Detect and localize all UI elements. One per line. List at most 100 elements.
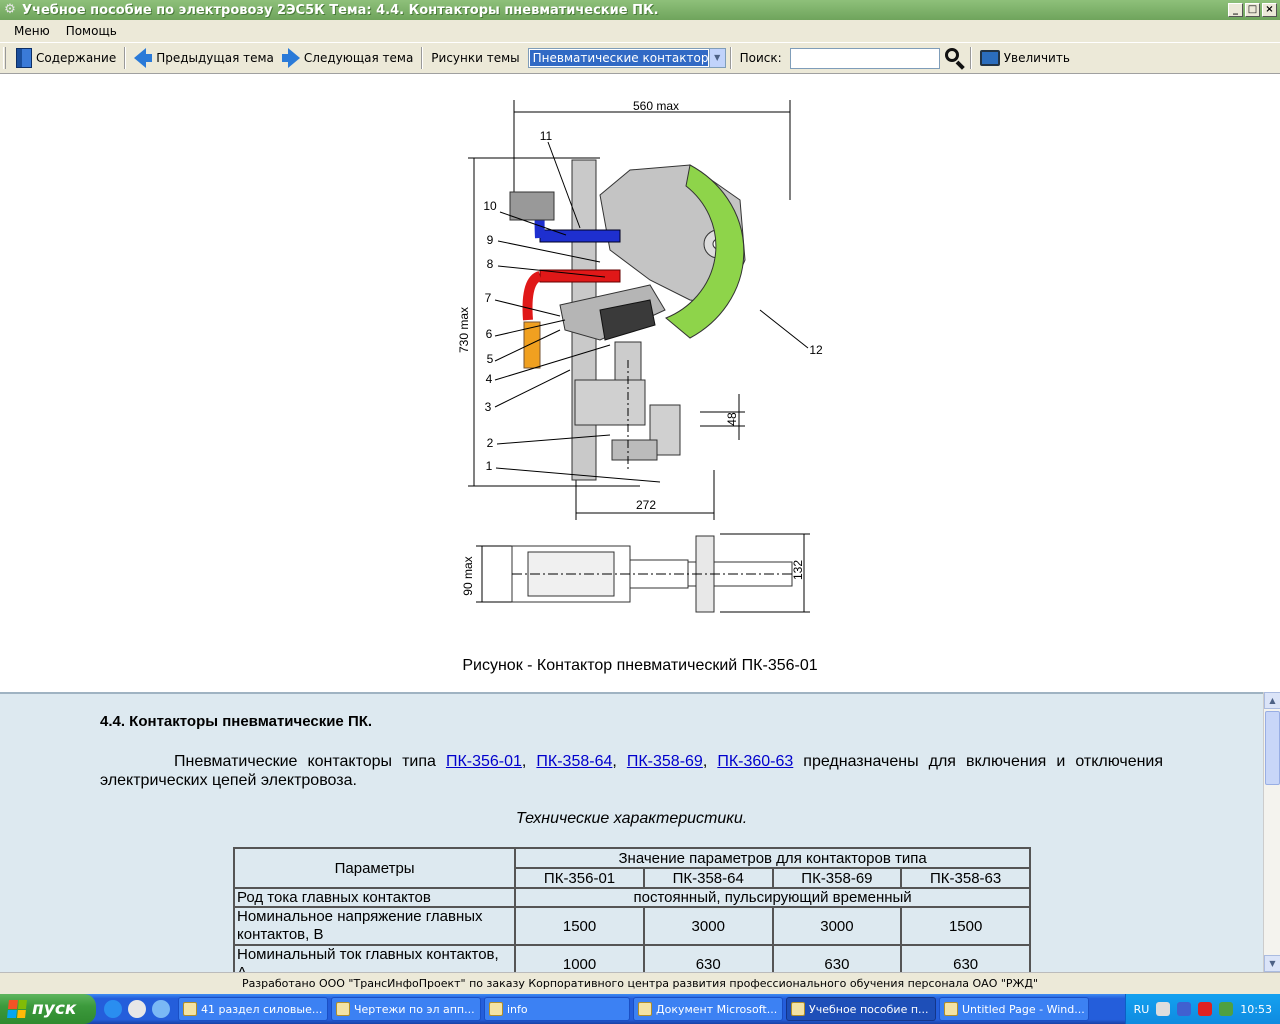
arrow-left-icon bbox=[134, 48, 153, 68]
toolbar-separator bbox=[421, 47, 424, 69]
network-icon[interactable] bbox=[1156, 1002, 1171, 1016]
row-merged-value: постоянный, пульсирующий временный bbox=[514, 887, 1031, 908]
menu-item-help[interactable]: Помощь bbox=[60, 22, 123, 40]
folder-icon bbox=[489, 1002, 503, 1016]
toolbar-grip bbox=[3, 47, 6, 69]
windows-logo-icon bbox=[7, 1000, 27, 1018]
callout-7: 7 bbox=[485, 291, 492, 305]
close-button[interactable]: × bbox=[1262, 3, 1277, 17]
messenger-icon[interactable] bbox=[152, 1000, 170, 1018]
title-bar: ⚙ Учебное пособие по электровозу 2ЭС5К Т… bbox=[0, 0, 1280, 20]
ie-icon[interactable] bbox=[104, 1000, 122, 1018]
pictures-label: Рисунки темы bbox=[431, 51, 520, 65]
toolbar-separator bbox=[124, 47, 127, 69]
row-value: 3000 bbox=[642, 906, 774, 946]
next-topic-button[interactable]: Следующая тема bbox=[278, 45, 417, 71]
callout-8: 8 bbox=[487, 257, 494, 271]
minimize-button[interactable]: _ bbox=[1228, 3, 1243, 17]
quick-launch bbox=[104, 1000, 170, 1018]
content-scrollbar[interactable]: ▲ ▼ bbox=[1263, 692, 1280, 972]
row-value: 630 bbox=[900, 944, 1031, 972]
taskbar-item[interactable]: info bbox=[484, 997, 630, 1021]
language-indicator[interactable]: RU bbox=[1134, 1003, 1150, 1016]
callout-6: 6 bbox=[486, 327, 493, 341]
word-doc-icon bbox=[638, 1002, 652, 1016]
row-value: 1500 bbox=[514, 906, 645, 946]
menu-item-menu[interactable]: Меню bbox=[8, 22, 56, 40]
pictures-select-value: Пневматические контакторы bbox=[529, 50, 708, 66]
zoom-label: Увеличить bbox=[1003, 51, 1070, 65]
intro-text-before: Пневматические контакторы типа bbox=[174, 753, 446, 770]
callout-4: 4 bbox=[486, 372, 493, 386]
type-header: ПК-358-63 bbox=[900, 867, 1031, 889]
type-header: ПК-358-64 bbox=[642, 867, 774, 889]
taskbar-item[interactable]: 41 раздел силовые... bbox=[178, 997, 328, 1021]
scroll-down-button[interactable]: ▼ bbox=[1264, 955, 1280, 972]
intro-paragraph: Пневматические контакторы типа ПК-356-01… bbox=[100, 753, 1164, 789]
safely-remove-icon[interactable] bbox=[1219, 1002, 1234, 1016]
link-pk-360-63[interactable]: ПК-360-63 bbox=[717, 753, 793, 770]
taskbar-item-active[interactable]: Учебное пособие п... bbox=[786, 997, 936, 1021]
table-row: Номинальное напряжение главных контактов… bbox=[232, 906, 1031, 946]
specs-table: Параметры Значение параметров для контак… bbox=[232, 847, 1031, 972]
contents-button[interactable]: Содержание bbox=[12, 45, 120, 71]
menu-bar: Меню Помощь bbox=[0, 20, 1280, 42]
toolbar-separator bbox=[729, 47, 732, 69]
search-label: Поиск: bbox=[739, 51, 782, 65]
callout-1: 1 bbox=[486, 459, 493, 473]
folder-icon bbox=[336, 1002, 350, 1016]
contents-label: Содержание bbox=[36, 51, 117, 65]
callout-11: 11 bbox=[540, 129, 553, 143]
maximize-button[interactable]: □ bbox=[1245, 3, 1260, 17]
group-header: Значение параметров для контакторов типа bbox=[514, 847, 1031, 869]
row-label: Номинальный ток главных контактов, А bbox=[232, 944, 517, 972]
toolbar-separator bbox=[969, 47, 972, 69]
taskbar: пуск 41 раздел силовые... Чертежи по эл … bbox=[0, 994, 1280, 1024]
row-label: Номинальное напряжение главных контактов… bbox=[232, 906, 517, 946]
callout-3: 3 bbox=[485, 400, 492, 414]
zoom-button[interactable]: Увеличить bbox=[976, 45, 1074, 71]
dim-height-label: 730 max bbox=[457, 307, 471, 353]
pictures-select[interactable]: Пневматические контакторы ▼ bbox=[527, 48, 726, 68]
start-button[interactable]: пуск bbox=[0, 994, 96, 1024]
ie-icon bbox=[944, 1002, 958, 1016]
taskbar-item[interactable]: Документ Microsoft... bbox=[633, 997, 783, 1021]
scroll-thumb[interactable] bbox=[1265, 711, 1280, 785]
specs-title: Технические характеристики. bbox=[515, 810, 748, 827]
row-value: 1000 bbox=[514, 944, 645, 972]
app-gear-icon bbox=[791, 1002, 805, 1016]
row-label: Род тока главных контактов bbox=[232, 887, 517, 908]
prev-topic-button[interactable]: Предыдущая тема bbox=[130, 45, 278, 71]
taskbar-item[interactable]: Чертежи по эл апп... bbox=[331, 997, 481, 1021]
link-pk-356-01[interactable]: ПК-356-01 bbox=[446, 753, 522, 770]
callout-9: 9 bbox=[487, 233, 494, 247]
row-value: 1500 bbox=[900, 906, 1031, 946]
section-heading: 4.4. Контакторы пневматические ПК. bbox=[100, 713, 373, 730]
param-header: Параметры bbox=[232, 847, 517, 889]
window-title: Учебное пособие по электровозу 2ЭС5К Тем… bbox=[22, 2, 659, 18]
scroll-up-button[interactable]: ▲ bbox=[1264, 692, 1280, 709]
callout-2: 2 bbox=[487, 436, 494, 450]
dim-width-label: 560 max bbox=[633, 99, 679, 113]
media-icon[interactable] bbox=[128, 1000, 146, 1018]
start-label: пуск bbox=[32, 999, 77, 1019]
contactor-drawing: 560 max 730 max 272 48 11 10 9 8 7 6 5 4… bbox=[457, 99, 823, 613]
search-input[interactable] bbox=[789, 47, 940, 69]
row-value: 630 bbox=[771, 944, 903, 972]
taskbar-item[interactable]: Untitled Page - Wind... bbox=[939, 997, 1089, 1021]
link-pk-358-64[interactable]: ПК-358-64 bbox=[536, 753, 612, 770]
callout-5: 5 bbox=[487, 352, 494, 366]
antivirus-icon[interactable] bbox=[1198, 1002, 1213, 1016]
type-header: ПК-358-69 bbox=[771, 867, 903, 889]
toolbar: Содержание Предыдущая тема Следующая тем… bbox=[0, 42, 1280, 74]
type-header: ПК-356-01 bbox=[514, 867, 645, 889]
link-pk-358-69[interactable]: ПК-358-69 bbox=[627, 753, 703, 770]
content-panel: 4.4. Контакторы пневматические ПК. Пневм… bbox=[0, 692, 1263, 972]
word-doc-icon bbox=[183, 1002, 197, 1016]
chevron-down-icon[interactable]: ▼ bbox=[708, 49, 725, 67]
tools-icon[interactable] bbox=[1177, 1002, 1192, 1016]
search-icon[interactable] bbox=[944, 47, 966, 70]
callout-10: 10 bbox=[483, 199, 497, 213]
prev-topic-label: Предыдущая тема bbox=[156, 51, 274, 65]
book-icon bbox=[16, 48, 32, 68]
